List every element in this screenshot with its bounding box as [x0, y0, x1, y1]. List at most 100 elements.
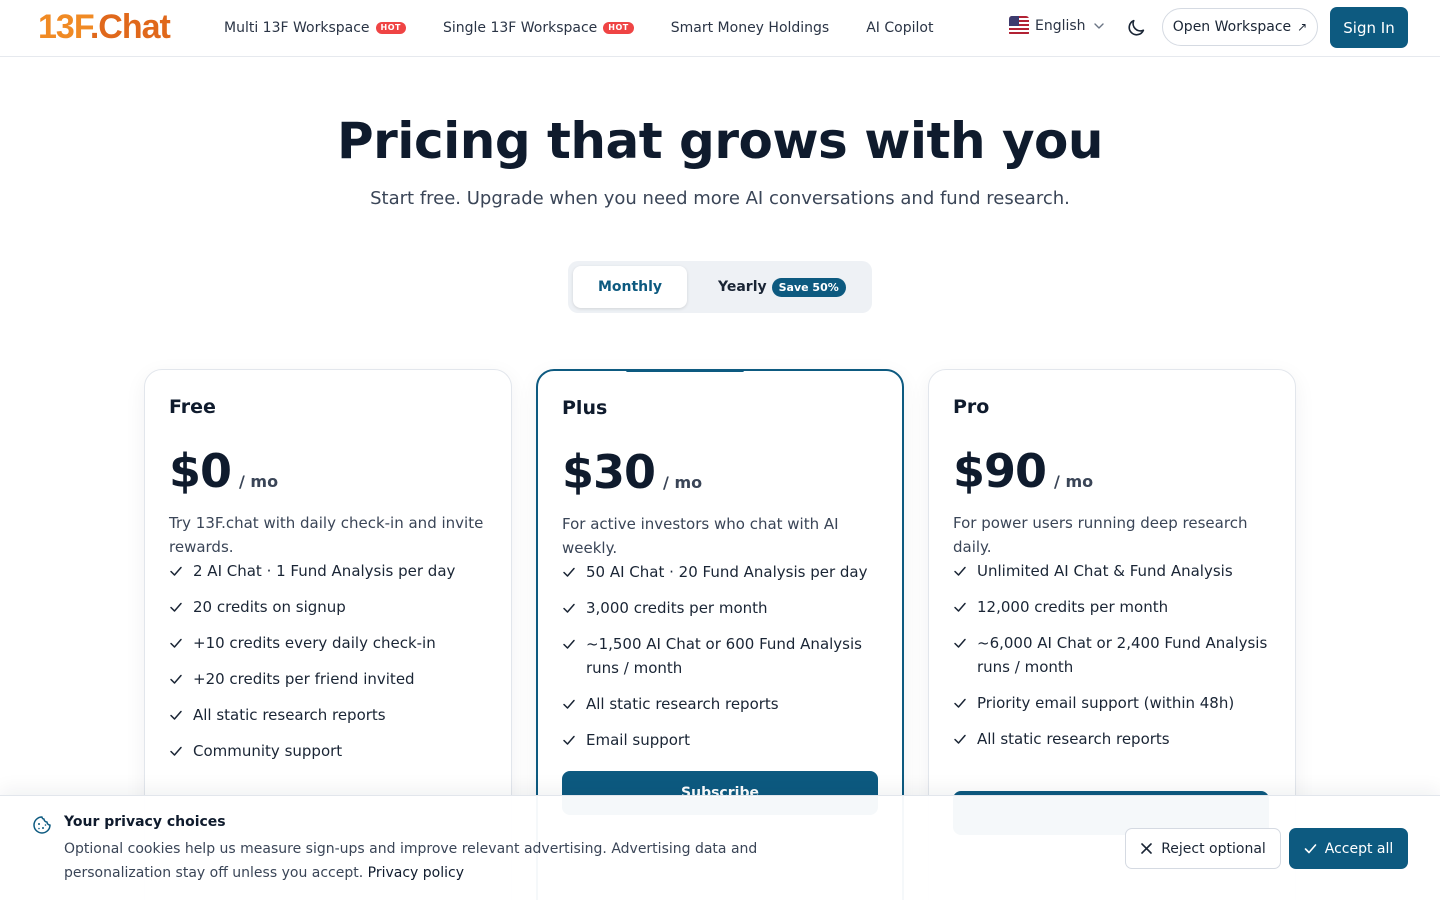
feature-text: +20 credits per friend invited: [193, 670, 415, 688]
feature-item: ~1,500 AI Chat or 600 Fund Analysis runs…: [562, 632, 882, 680]
check-icon: [170, 710, 182, 720]
check-icon: [1304, 844, 1317, 854]
language-label: English: [1035, 18, 1086, 34]
logo-suffix: .Chat: [89, 8, 171, 46]
check-icon: [563, 603, 575, 613]
reject-label: Reject optional: [1161, 840, 1266, 857]
page-title: Pricing that grows with you: [337, 112, 1104, 170]
monthly-option[interactable]: Monthly: [573, 266, 687, 308]
feature-item: Community support: [169, 739, 489, 763]
check-icon: [954, 638, 966, 648]
top-navbar: 13F.Chat Multi 13F Workspace HOT Single …: [0, 0, 1440, 57]
price-period: / mo: [663, 473, 703, 492]
feature-list: 50 AI Chat · 20 Fund Analysis per day 3,…: [562, 560, 882, 764]
featured-accent: [626, 369, 744, 372]
nav-smart-money-holdings[interactable]: Smart Money Holdings: [671, 20, 829, 36]
flag-us-icon: [1009, 16, 1029, 36]
nav-single-13f-workspace[interactable]: Single 13F Workspace HOT: [443, 20, 634, 36]
privacy-policy-link[interactable]: Privacy policy: [368, 865, 464, 881]
yearly-label: Yearly: [718, 279, 767, 295]
plan-description: For active investors who chat with AI we…: [562, 515, 839, 557]
check-icon: [954, 566, 966, 576]
price-amount: $90: [953, 444, 1047, 498]
plan-description: Try 13F.chat with daily check-in and inv…: [169, 514, 484, 556]
feature-item: Priority email support (within 48h): [953, 691, 1273, 715]
sign-in-button[interactable]: Sign In: [1330, 7, 1408, 48]
feature-item: Email support: [562, 728, 882, 752]
nav-label: AI Copilot: [866, 20, 934, 36]
feature-text: 20 credits on signup: [193, 598, 346, 616]
yearly-option[interactable]: Yearly Save 50%: [718, 261, 846, 313]
plan-name: Free: [169, 396, 216, 418]
feature-item: All static research reports: [562, 692, 882, 716]
price-amount: $0: [169, 444, 232, 498]
plan-name: Plus: [562, 397, 608, 419]
feature-item: 20 credits on signup: [169, 595, 489, 619]
feature-item: All static research reports: [953, 727, 1273, 751]
logo-main: 13F: [38, 8, 91, 46]
nav-label: Single 13F Workspace: [442, 20, 598, 36]
check-icon: [170, 746, 182, 756]
feature-item: +10 credits every daily check-in: [169, 631, 489, 655]
feature-list: Unlimited AI Chat & Fund Analysis 12,000…: [953, 559, 1273, 763]
plan-name: Pro: [953, 396, 990, 418]
plan-description: For power users running deep research da…: [953, 514, 1248, 556]
feature-item: 50 AI Chat · 20 Fund Analysis per day: [562, 560, 882, 584]
check-icon: [954, 698, 966, 708]
moon-icon[interactable]: [1125, 17, 1147, 39]
cookie-title: Your privacy choices: [64, 814, 226, 830]
check-icon: [954, 734, 966, 744]
nav-ai-copilot[interactable]: AI Copilot: [866, 20, 933, 36]
feature-text: 2 AI Chat · 1 Fund Analysis per day: [193, 562, 456, 580]
price-amount: $30: [562, 445, 656, 499]
check-icon: [170, 602, 182, 612]
check-icon: [170, 674, 182, 684]
price-period: / mo: [1054, 472, 1094, 491]
feature-text: 3,000 credits per month: [586, 599, 768, 617]
chevron-down-icon: [1093, 23, 1104, 29]
plan-price: $30 / mo: [562, 445, 702, 499]
check-icon: [563, 735, 575, 745]
feature-text: Unlimited AI Chat & Fund Analysis: [977, 562, 1233, 580]
feature-text: Priority email support (within 48h): [977, 694, 1235, 712]
feature-text: Community support: [193, 742, 343, 760]
feature-item: +20 credits per friend invited: [169, 667, 489, 691]
language-selector[interactable]: English: [1009, 16, 1104, 36]
reject-optional-button[interactable]: Reject optional: [1125, 828, 1281, 869]
plan-price: $90 / mo: [953, 444, 1093, 498]
feature-item: All static research reports: [169, 703, 489, 727]
feature-text: 50 AI Chat · 20 Fund Analysis per day: [586, 563, 868, 581]
plan-price: $0 / mo: [169, 444, 278, 498]
save-badge: Save 50%: [771, 277, 846, 297]
check-icon: [170, 638, 182, 648]
feature-text: 12,000 credits per month: [977, 598, 1169, 616]
logo[interactable]: 13F.Chat: [38, 8, 171, 46]
page-subtitle: Start free. Upgrade when you need more A…: [370, 188, 1070, 209]
billing-toggle: Monthly Yearly Save 50%: [568, 261, 872, 313]
feature-text: All static research reports: [586, 695, 779, 713]
feature-text: ~1,500 AI Chat or 600 Fund Analysis runs…: [586, 635, 862, 677]
accept-all-button[interactable]: Accept all: [1289, 828, 1408, 869]
close-icon: [1141, 843, 1153, 854]
hot-badge: HOT: [375, 22, 406, 34]
feature-text: All static research reports: [977, 730, 1170, 748]
feature-item: 2 AI Chat · 1 Fund Analysis per day: [169, 559, 489, 583]
check-icon: [563, 567, 575, 577]
open-workspace-label: Open Workspace: [1172, 19, 1292, 35]
check-icon: [563, 639, 575, 649]
feature-text: +10 credits every daily check-in: [193, 634, 436, 652]
check-icon: [170, 566, 182, 576]
cookie-icon: [33, 816, 51, 834]
external-arrow-icon: ↗: [1297, 20, 1308, 34]
nav-label: Multi 13F Workspace: [224, 20, 370, 36]
feature-text: Email support: [586, 731, 690, 749]
check-icon: [563, 699, 575, 709]
feature-item: 3,000 credits per month: [562, 596, 882, 620]
feature-text: All static research reports: [193, 706, 386, 724]
nav-label: Smart Money Holdings: [670, 20, 830, 36]
open-workspace-button[interactable]: Open Workspace ↗: [1162, 8, 1318, 46]
feature-list: 2 AI Chat · 1 Fund Analysis per day 20 c…: [169, 559, 489, 775]
nav-multi-13f-workspace[interactable]: Multi 13F Workspace HOT: [224, 20, 406, 36]
accept-label: Accept all: [1324, 840, 1394, 857]
feature-item: ~6,000 AI Chat or 2,400 Fund Analysis ru…: [953, 631, 1273, 679]
